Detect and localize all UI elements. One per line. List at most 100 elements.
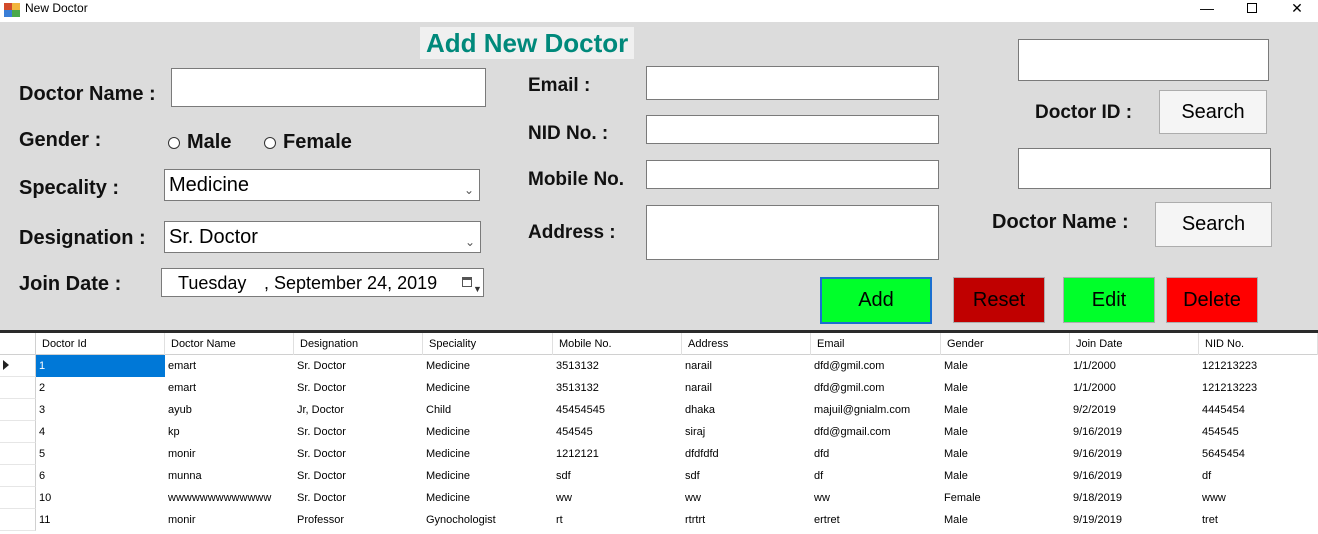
table-cell[interactable]: rtrtrt (682, 509, 811, 531)
table-cell[interactable]: 9/16/2019 (1070, 443, 1199, 465)
table-row[interactable]: 4 kp Sr. Doctor Medicine 454545 siraj dfd@gmai… (0, 421, 1318, 443)
table-cell[interactable]: 454545 (1199, 421, 1318, 443)
table-cell[interactable]: Female (941, 487, 1070, 509)
table-cell[interactable]: 9/2/2019 (1070, 399, 1199, 421)
nid-input[interactable] (646, 115, 939, 144)
table-cell[interactable]: majuil@gnialm.com (811, 399, 941, 421)
table-cell[interactable]: 3513132 (553, 377, 682, 399)
close-button[interactable]: ✕ (1274, 0, 1318, 22)
table-cell[interactable]: ertret (811, 509, 941, 531)
table-cell[interactable]: 3513132 (553, 355, 682, 377)
reset-button[interactable]: Reset (953, 277, 1045, 323)
table-cell[interactable]: dhaka (682, 399, 811, 421)
column-header[interactable]: Mobile No. (553, 333, 682, 355)
table-cell[interactable]: siraj (682, 421, 811, 443)
table-cell[interactable]: kp (165, 421, 294, 443)
table-row[interactable]: 2 emart Sr. Doctor Medicine 3513132 narail dfd… (0, 377, 1318, 399)
row-header[interactable] (0, 443, 36, 465)
search-by-id-button[interactable]: Search (1159, 90, 1267, 134)
table-cell[interactable]: monir (165, 443, 294, 465)
email-input[interactable] (646, 66, 939, 100)
column-header[interactable]: Doctor Name (165, 333, 294, 355)
speciality-select[interactable]: Medicine ⌄ (164, 169, 480, 201)
table-cell[interactable]: www (1199, 487, 1318, 509)
table-row[interactable]: 10 wwwwwwwwwwwww Sr. Doctor Medicine ww ww ww F… (0, 487, 1318, 509)
edit-button[interactable]: Edit (1063, 277, 1155, 323)
table-cell[interactable]: 9/18/2019 (1070, 487, 1199, 509)
column-header[interactable]: Address (682, 333, 811, 355)
row-header[interactable] (0, 465, 36, 487)
table-cell[interactable]: Sr. Doctor (294, 421, 423, 443)
table-cell[interactable]: Male (941, 421, 1070, 443)
table-cell[interactable]: ww (553, 487, 682, 509)
gender-male-radio[interactable]: Male (168, 131, 231, 154)
column-header[interactable]: Doctor Id (36, 333, 165, 355)
table-cell[interactable]: 1 (36, 355, 165, 377)
table-cell[interactable]: dfd (811, 443, 941, 465)
row-header[interactable] (0, 509, 36, 531)
table-cell[interactable]: 5 (36, 443, 165, 465)
table-cell[interactable]: 3 (36, 399, 165, 421)
table-cell[interactable]: dfd@gmil.com (811, 377, 941, 399)
table-cell[interactable]: 454545 (553, 421, 682, 443)
table-cell[interactable]: Sr. Doctor (294, 443, 423, 465)
table-row[interactable]: 3 ayub Jr, Doctor Child 45454545 dhaka majuil@… (0, 399, 1318, 421)
table-cell[interactable]: 121213223 (1199, 355, 1318, 377)
table-cell[interactable]: Medicine (423, 465, 553, 487)
table-cell[interactable]: rt (553, 509, 682, 531)
table-cell[interactable]: tret (1199, 509, 1318, 531)
table-cell[interactable]: 5645454 (1199, 443, 1318, 465)
table-cell[interactable]: 10 (36, 487, 165, 509)
table-cell[interactable]: dfdfdfd (682, 443, 811, 465)
table-cell[interactable]: Male (941, 399, 1070, 421)
table-row[interactable]: 6 munna Sr. Doctor Medicine sdf sdf df Male 9/16… (0, 465, 1318, 487)
minimize-button[interactable]: — (1184, 0, 1230, 22)
table-cell[interactable]: Male (941, 355, 1070, 377)
table-cell[interactable]: Gynochologist (423, 509, 553, 531)
doctor-table[interactable]: Doctor Id Doctor Name Designation Specia… (0, 333, 1318, 534)
row-header[interactable] (0, 487, 36, 509)
table-cell[interactable]: 9/19/2019 (1070, 509, 1199, 531)
table-cell[interactable]: df (811, 465, 941, 487)
table-cell[interactable]: 6 (36, 465, 165, 487)
table-cell[interactable]: dfd@gmil.com (811, 355, 941, 377)
table-cell[interactable]: emart (165, 377, 294, 399)
table-cell[interactable]: emart (165, 355, 294, 377)
table-cell[interactable]: Medicine (423, 421, 553, 443)
table-cell[interactable]: narail (682, 355, 811, 377)
table-cell[interactable]: Sr. Doctor (294, 355, 423, 377)
row-header[interactable] (0, 355, 36, 377)
table-cell[interactable]: Jr, Doctor (294, 399, 423, 421)
doctor-name-search-input[interactable] (1018, 148, 1271, 189)
calendar-icon[interactable]: ▼ (462, 275, 482, 294)
table-cell[interactable]: Male (941, 509, 1070, 531)
table-cell[interactable]: df (1199, 465, 1318, 487)
table-cell[interactable]: 2 (36, 377, 165, 399)
table-cell[interactable]: Male (941, 377, 1070, 399)
table-cell[interactable]: ww (811, 487, 941, 509)
table-cell[interactable]: Child (423, 399, 553, 421)
table-cell[interactable]: ww (682, 487, 811, 509)
table-cell[interactable]: 4445454 (1199, 399, 1318, 421)
table-corner[interactable] (0, 333, 36, 355)
doctor-name-input[interactable] (171, 68, 486, 107)
table-cell[interactable]: 1/1/2000 (1070, 377, 1199, 399)
column-header[interactable]: Gender (941, 333, 1070, 355)
table-cell[interactable]: 1212121 (553, 443, 682, 465)
row-header[interactable] (0, 421, 36, 443)
table-cell[interactable]: wwwwwwwwwwwww (165, 487, 294, 509)
table-cell[interactable]: dfd@gmail.com (811, 421, 941, 443)
table-cell[interactable]: sdf (682, 465, 811, 487)
column-header[interactable]: NID No. (1199, 333, 1318, 355)
table-cell[interactable]: Professor (294, 509, 423, 531)
doctor-id-search-input[interactable] (1018, 39, 1269, 81)
table-cell[interactable]: Sr. Doctor (294, 377, 423, 399)
table-cell[interactable]: 11 (36, 509, 165, 531)
table-cell[interactable]: Male (941, 465, 1070, 487)
table-cell[interactable]: Sr. Doctor (294, 487, 423, 509)
table-cell[interactable]: Medicine (423, 355, 553, 377)
delete-button[interactable]: Delete (1166, 277, 1258, 323)
table-cell[interactable]: Medicine (423, 443, 553, 465)
search-by-name-button[interactable]: Search (1155, 202, 1272, 247)
table-cell[interactable]: 121213223 (1199, 377, 1318, 399)
